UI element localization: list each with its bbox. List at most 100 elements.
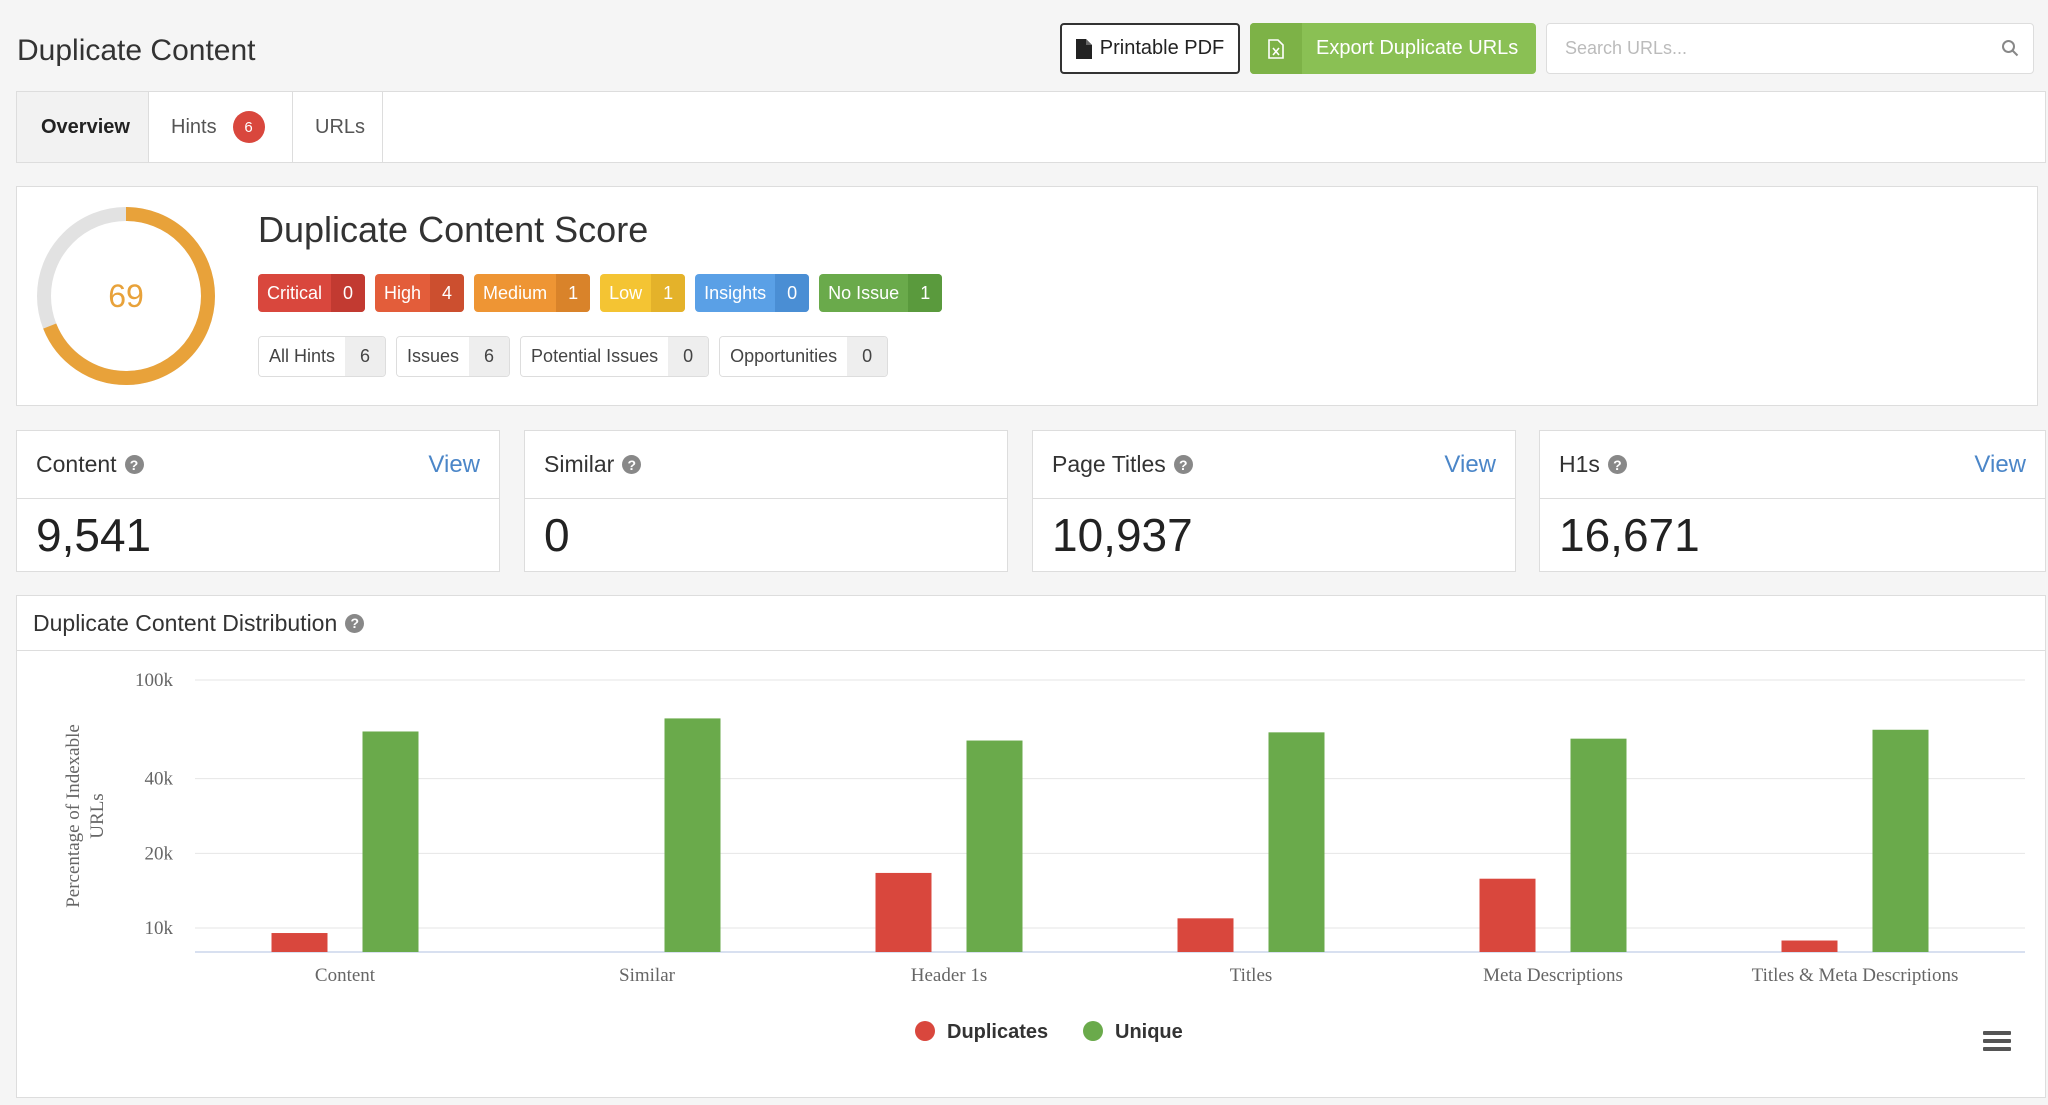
tab-urls[interactable]: URLs (293, 92, 383, 162)
search-input[interactable] (1547, 24, 1967, 73)
severity-label: Medium (483, 282, 548, 303)
severity-pill-insights[interactable]: Insights 0 (695, 274, 810, 312)
help-icon[interactable]: ? (1607, 455, 1627, 474)
content-card-value: 9,541 (36, 509, 152, 561)
x-tick-label: Similar (619, 965, 676, 986)
search-icon[interactable] (2001, 39, 2019, 57)
severity-label: High (384, 282, 422, 303)
export-label: Export Duplicate URLs (1316, 37, 1519, 59)
page-titles-card: Page Titles? View 10,937 (1032, 430, 1516, 572)
content-card-label: Content (36, 451, 117, 477)
help-icon[interactable]: ? (345, 613, 365, 633)
tab-overview-label: Overview (41, 115, 130, 138)
legend-marker-duplicates (915, 1021, 935, 1041)
legend-label: Duplicates (947, 1021, 1048, 1043)
filter-label: All Hints (259, 337, 346, 376)
x-tick-label: Meta Descriptions (1483, 965, 1623, 986)
file-icon (1075, 38, 1092, 59)
bar-duplicates (875, 872, 932, 952)
tab-urls-label: URLs (315, 115, 366, 138)
severity-pill-high[interactable]: High 4 (375, 274, 465, 312)
h1s-view-link[interactable]: View (1974, 451, 2026, 479)
x-tick-label: Titles & Meta Descriptions (1752, 965, 1959, 986)
content-view-link[interactable]: View (428, 451, 480, 479)
bar-duplicates (1781, 940, 1838, 952)
filter-count: 0 (668, 337, 709, 376)
legend-marker-unique (1083, 1021, 1103, 1041)
severity-count: 4 (430, 274, 465, 312)
page-titles-view-link[interactable]: View (1444, 451, 1496, 479)
severity-pill-medium[interactable]: Medium 1 (474, 274, 591, 312)
hamburger-menu-icon[interactable] (1983, 1030, 2011, 1052)
h1s-card-value: 16,671 (1559, 509, 1700, 561)
similar-card-label: Similar (544, 451, 615, 477)
y-tick-label: 40k (145, 769, 174, 790)
bar-unique (664, 718, 721, 952)
excel-file-icon (1250, 23, 1302, 74)
filter-count: 6 (469, 337, 510, 376)
x-tick-label: Content (315, 965, 376, 986)
bar-duplicates (1479, 878, 1536, 952)
filter-count: 0 (847, 337, 888, 376)
search-box (1546, 23, 2034, 74)
x-tick-label: Header 1s (911, 965, 988, 986)
page-titles-card-value: 10,937 (1052, 509, 1193, 561)
h1s-card: H1s? View 16,671 (1539, 430, 2046, 572)
severity-pills: Critical 0 High 4 Medium 1 Low 1 Insights 0 No Iss… (258, 274, 943, 312)
legend-label: Unique (1115, 1021, 1183, 1043)
similar-card: Similar? 0 (524, 430, 1008, 572)
hints-count-badge: 6 (232, 111, 265, 143)
filter-issues[interactable]: Issues 6 (396, 336, 511, 377)
severity-count: 1 (556, 274, 591, 312)
help-icon[interactable]: ? (124, 455, 144, 474)
filter-potential-issues[interactable]: Potential Issues 0 (520, 336, 710, 377)
help-icon[interactable]: ? (1173, 455, 1193, 474)
printable-pdf-button[interactable]: Printable PDF (1060, 23, 1240, 74)
content-card: Content? View 9,541 (16, 430, 500, 572)
distribution-panel: Duplicate Content Distribution? 10k 20k 40… (16, 595, 2046, 1098)
y-tick-label: 100k (135, 670, 174, 691)
tab-bar: Overview Hints 6 URLs (16, 91, 2046, 163)
bar-unique (1872, 729, 1929, 952)
tab-hints[interactable]: Hints 6 (149, 92, 293, 162)
bar-unique (1570, 738, 1627, 952)
x-tick-label: Titles (1230, 965, 1273, 986)
severity-label: Critical (267, 282, 323, 303)
severity-count: 1 (651, 274, 686, 312)
similar-card-value: 0 (544, 509, 570, 561)
distribution-title: Duplicate Content Distribution (33, 609, 338, 636)
filter-label: Opportunities (720, 337, 848, 376)
bar-duplicates (271, 933, 328, 952)
score-panel: 69 Duplicate Content Score Critical 0 High… (16, 186, 2038, 406)
severity-pill-critical[interactable]: Critical 0 (258, 274, 366, 312)
severity-count: 0 (775, 274, 810, 312)
filter-all-hints[interactable]: All Hints 6 (258, 336, 387, 377)
page-title: Duplicate Content (17, 34, 256, 67)
severity-count: 0 (331, 274, 366, 312)
severity-pill-no-issue[interactable]: No Issue 1 (819, 274, 943, 312)
filter-opportunities[interactable]: Opportunities 0 (719, 336, 889, 377)
severity-count: 1 (908, 274, 943, 312)
help-icon[interactable]: ? (622, 455, 642, 474)
severity-label: Insights (704, 282, 767, 303)
bar-duplicates (1177, 918, 1234, 952)
distribution-chart: 10k 20k 40k 100k Percentage of Indexable URLs… (63, 670, 2025, 1043)
score-value: 69 (108, 277, 144, 314)
bar-unique (1268, 732, 1325, 952)
severity-label: Low (609, 282, 643, 303)
y-tick-label: 10k (145, 918, 174, 939)
h1s-card-label: H1s (1559, 451, 1600, 477)
y-axis-label: Percentage of Indexable URLs (63, 724, 108, 908)
page-titles-card-label: Page Titles (1052, 451, 1166, 477)
filter-label: Potential Issues (521, 337, 669, 376)
score-title: Duplicate Content Score (258, 209, 649, 250)
printable-pdf-label: Printable PDF (1099, 37, 1225, 59)
severity-label: No Issue (828, 282, 900, 303)
filter-count: 6 (345, 337, 386, 376)
tab-hints-label: Hints (171, 115, 217, 138)
y-tick-label: 20k (145, 843, 174, 864)
tab-overview[interactable]: Overview (17, 92, 149, 162)
bar-unique (966, 740, 1023, 952)
severity-pill-low[interactable]: Low 1 (600, 274, 686, 312)
export-duplicate-urls-button[interactable]: Export Duplicate URLs (1250, 23, 1536, 74)
